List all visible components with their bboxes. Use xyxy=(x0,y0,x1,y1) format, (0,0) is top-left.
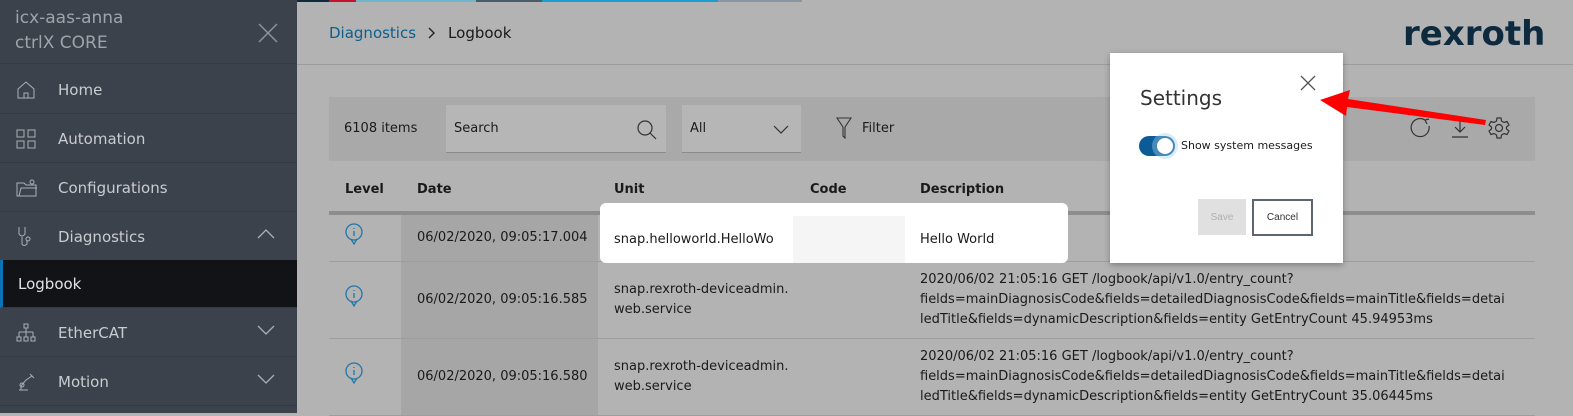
close-icon[interactable] xyxy=(257,22,279,44)
toggle-label: Show system messages xyxy=(1181,139,1313,152)
breadcrumb-diagnostics-link[interactable]: Diagnostics xyxy=(329,24,416,42)
info-icon xyxy=(345,285,363,308)
chevron-up-icon[interactable] xyxy=(257,229,275,239)
chevron-down-icon[interactable] xyxy=(257,374,275,384)
sidebar-item-label: Diagnostics xyxy=(58,227,146,246)
cell-date: 06/02/2020, 09:05:16.580 xyxy=(401,338,598,416)
item-count: 6108 items xyxy=(344,121,418,136)
save-button[interactable]: Save xyxy=(1198,199,1246,235)
table-row[interactable]: 06/02/2020, 09:05:16.580 snap.rexroth-de… xyxy=(329,338,1535,416)
stethoscope-icon xyxy=(18,226,31,246)
dialog-title: Settings xyxy=(1140,86,1223,110)
sidebar-item-label: Motion xyxy=(58,372,109,391)
show-system-messages-toggle[interactable] xyxy=(1139,136,1175,156)
chevron-down-icon[interactable] xyxy=(257,325,275,335)
column-header-level[interactable]: Level xyxy=(329,168,401,215)
table-row[interactable]: 06/02/2020, 09:05:16.585 snap.rexroth-de… xyxy=(329,261,1535,339)
cell-unit: snap.rexroth-deviceadmin.web.service xyxy=(598,261,794,339)
search-input[interactable]: Search xyxy=(446,105,666,153)
home-icon xyxy=(17,80,35,98)
code-cell-highlight xyxy=(793,216,905,263)
product-name: ctrlX CORE xyxy=(15,33,108,53)
gear-icon[interactable] xyxy=(1488,117,1510,139)
cell-date: 06/02/2020, 09:05:16.585 xyxy=(401,261,598,339)
sidebar-item-logbook[interactable]: Logbook xyxy=(0,260,297,308)
network-icon xyxy=(16,323,36,341)
cell-code xyxy=(794,261,904,339)
highlight-unit: snap.helloworld.HelloWo xyxy=(614,232,774,247)
device-name: icx-aas-anna xyxy=(15,8,124,28)
sidebar-item-home[interactable]: Home xyxy=(0,66,297,114)
grid-icon xyxy=(16,129,36,148)
filter-icon xyxy=(836,117,852,139)
chevron-right-icon xyxy=(428,27,436,39)
cell-date: 06/02/2020, 09:05:17.004 xyxy=(401,213,598,262)
chevron-down-icon xyxy=(773,125,789,134)
sidebar: icx-aas-anna ctrlX CORE Home Automation … xyxy=(0,0,297,413)
folder-gear-icon xyxy=(16,179,37,196)
cell-description: 2020/06/02 21:05:16 GET /logbook/api/v1.… xyxy=(904,261,1535,339)
sidebar-item-label: Logbook xyxy=(18,274,82,293)
header-divider xyxy=(297,64,1573,65)
breadcrumb: Diagnostics Logbook xyxy=(329,24,511,42)
sidebar-item-label: Configurations xyxy=(58,178,168,197)
red-arrow-annotation xyxy=(1320,90,1486,125)
rexroth-logo: rexroth xyxy=(1403,14,1546,54)
level-select[interactable]: All xyxy=(682,105,801,153)
sidebar-item-label: EtherCAT xyxy=(58,323,127,342)
search-placeholder: Search xyxy=(454,121,499,136)
column-header-date[interactable]: Date xyxy=(401,168,598,215)
sidebar-item-ethercat[interactable]: EtherCAT xyxy=(0,309,297,357)
cell-description: 2020/06/02 21:05:16 GET /logbook/api/v1.… xyxy=(904,338,1535,416)
cell-unit: snap.rexroth-deviceadmin.web.service xyxy=(598,338,794,416)
filter-label: Filter xyxy=(862,120,895,136)
sidebar-item-label: Home xyxy=(58,80,103,99)
robot-arm-icon xyxy=(19,373,35,390)
sidebar-item-diagnostics[interactable]: Diagnostics xyxy=(0,213,297,261)
cancel-button[interactable]: Cancel xyxy=(1252,199,1313,236)
highlight-description: Hello World xyxy=(920,232,995,247)
sidebar-header: icx-aas-anna ctrlX CORE xyxy=(0,0,297,64)
search-icon[interactable] xyxy=(636,119,658,141)
cell-code xyxy=(794,338,904,416)
sidebar-item-configurations[interactable]: Configurations xyxy=(0,164,297,212)
sidebar-item-motion[interactable]: Motion xyxy=(0,358,297,406)
info-icon xyxy=(345,362,363,385)
info-icon xyxy=(345,223,363,246)
sidebar-item-label: Automation xyxy=(58,129,146,148)
settings-dialog: Settings Show system messages Save Cance… xyxy=(1110,53,1343,263)
sidebar-item-automation[interactable]: Automation xyxy=(0,115,297,163)
select-value: All xyxy=(690,121,707,136)
filter-button[interactable]: Filter xyxy=(836,117,894,139)
breadcrumb-current: Logbook xyxy=(448,24,512,42)
